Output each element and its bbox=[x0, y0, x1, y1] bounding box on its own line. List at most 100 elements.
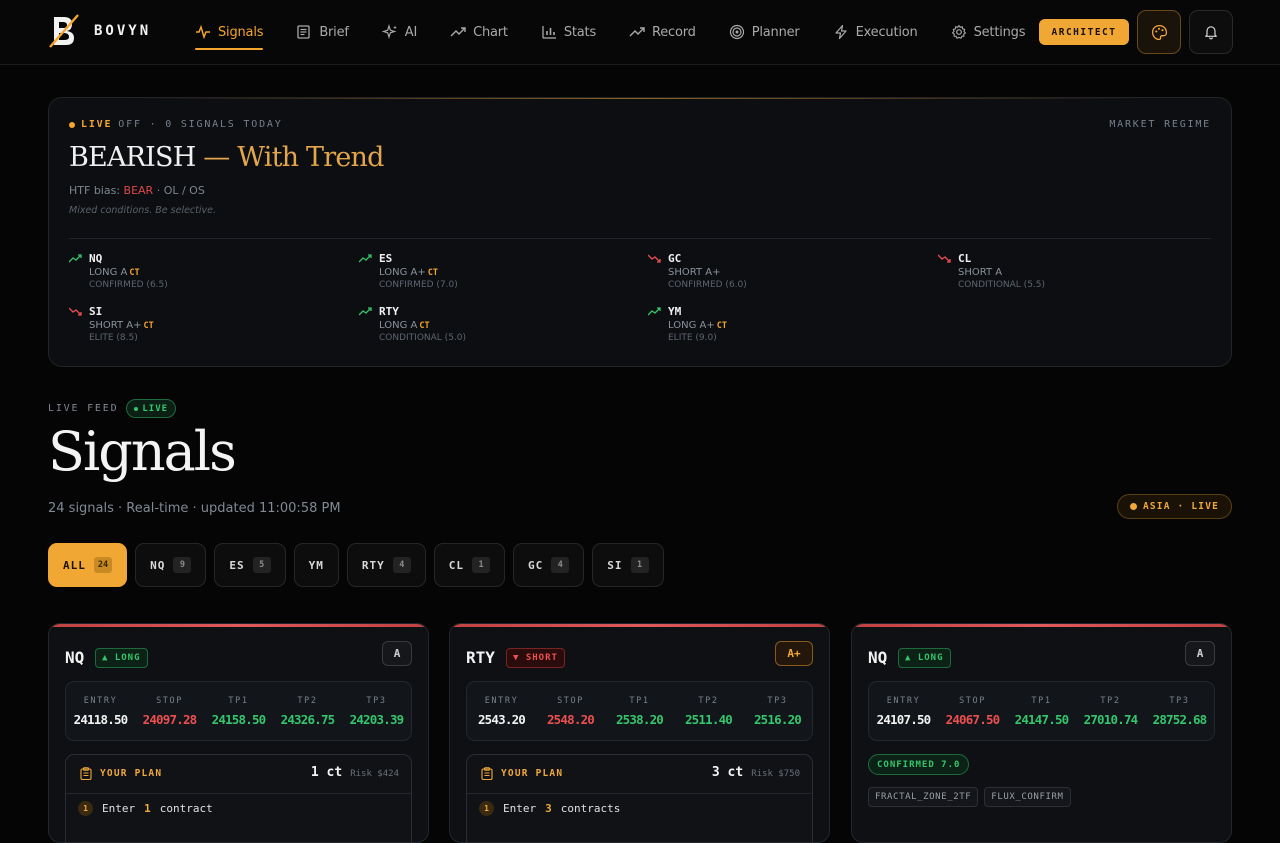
session-badge: ASIA · LIVE bbox=[1117, 494, 1232, 519]
nav-chart[interactable]: Chart bbox=[450, 0, 508, 64]
nav-ai[interactable]: AI bbox=[381, 0, 418, 64]
regime-direction: BEARISH bbox=[69, 142, 196, 173]
level-value: 2516.20 bbox=[753, 712, 802, 727]
instrument-status: CONDITIONAL (5.0) bbox=[379, 333, 467, 343]
grade-badge[interactable]: A bbox=[382, 641, 412, 666]
level-value: 2548.20 bbox=[546, 712, 595, 727]
level-header: TP2 bbox=[1100, 696, 1121, 706]
level-header: ENTRY bbox=[83, 696, 118, 706]
trend-up-icon bbox=[359, 254, 372, 263]
filter-nq[interactable]: NQ 9 bbox=[135, 543, 207, 587]
filter-count: 9 bbox=[173, 557, 192, 573]
level-header: STOP bbox=[959, 696, 986, 706]
level-header: STOP bbox=[156, 696, 183, 706]
nav-signals[interactable]: Signals bbox=[195, 0, 264, 64]
brand-logo[interactable]: BOVYN bbox=[48, 13, 151, 49]
trend-down-icon bbox=[938, 254, 951, 263]
level-tp2: TP2 27010.74 bbox=[1076, 682, 1145, 740]
ct-badge: CT bbox=[143, 321, 154, 331]
page-title: Signals bbox=[48, 420, 237, 483]
level-entry: ENTRY 24118.50 bbox=[66, 682, 135, 740]
regime-title: BEARISH — With Trend bbox=[69, 142, 384, 173]
grade-badge[interactable]: A+ bbox=[775, 641, 813, 666]
signals-subtitle: 24 signals · Real-time · updated 11:00:5… bbox=[48, 501, 341, 516]
architect-badge[interactable]: ARCHITECT bbox=[1039, 19, 1129, 45]
live-badge: LIVE bbox=[126, 399, 177, 418]
newspaper-icon bbox=[297, 25, 310, 39]
direction-text: SHORT A+ bbox=[89, 320, 142, 331]
pulse-icon bbox=[196, 24, 210, 40]
plan-step: 1 Enter 1 contract bbox=[78, 801, 213, 816]
theme-button[interactable] bbox=[1137, 10, 1181, 54]
divider bbox=[69, 238, 1211, 239]
level-tp3: TP3 2516.20 bbox=[743, 682, 812, 740]
nav-execution[interactable]: Execution bbox=[833, 0, 918, 64]
direction-text: LONG A bbox=[379, 320, 418, 331]
signal-card[interactable]: RTY ▼ SHORT A+ ENTRY 2543.20 STOP 2548.20 … bbox=[449, 623, 830, 843]
level-value: 24326.75 bbox=[280, 712, 336, 727]
direction-tag: ▲ LONG bbox=[898, 648, 951, 668]
nav-planner[interactable]: Planner bbox=[729, 0, 800, 64]
bolt-icon bbox=[834, 24, 847, 40]
filter-cl[interactable]: CL 1 bbox=[433, 543, 505, 587]
level-entry: ENTRY 2543.20 bbox=[467, 682, 536, 740]
level-header: STOP bbox=[557, 696, 584, 706]
sparkles-icon bbox=[381, 24, 397, 40]
instrument-status: ELITE (8.5) bbox=[89, 333, 138, 343]
brand-name: BOVYN bbox=[94, 23, 152, 39]
instrument-direction: LONG A+ CT bbox=[668, 320, 727, 331]
filter-rty[interactable]: RTY 4 bbox=[346, 543, 426, 587]
filter-count: 4 bbox=[392, 557, 411, 573]
trend-down-icon bbox=[648, 254, 661, 263]
level-value: 28752.68 bbox=[1152, 712, 1208, 727]
palette-icon bbox=[1151, 24, 1167, 40]
direction-arrow-icon: ▲ bbox=[102, 653, 109, 663]
nav-stats[interactable]: Stats bbox=[541, 0, 596, 64]
grade-badge[interactable]: A bbox=[1185, 641, 1215, 666]
level-header: TP2 bbox=[698, 696, 719, 706]
filter-label: ES bbox=[229, 558, 245, 572]
filter-all[interactable]: ALL 24 bbox=[48, 543, 128, 587]
nav-label: Chart bbox=[473, 24, 508, 40]
live-status: LIVE OFF · 0 SIGNALS TODAY bbox=[69, 119, 283, 130]
regime-note: Mixed conditions. Be selective. bbox=[69, 205, 216, 216]
live-dot-icon bbox=[134, 406, 139, 411]
signal-card[interactable]: NQ ▲ LONG A ENTRY 24107.50 STOP 24067.50 T… bbox=[851, 623, 1232, 843]
filter-label: GC bbox=[528, 558, 544, 572]
filter-ym[interactable]: YM bbox=[293, 543, 339, 587]
signal-tag: FLUX_CONFIRM bbox=[984, 787, 1071, 807]
instrument-direction: LONG A CT bbox=[89, 267, 140, 278]
instrument-direction: SHORT A+ CT bbox=[89, 320, 154, 331]
live-dot-icon bbox=[69, 121, 75, 128]
step-number: 1 bbox=[479, 801, 494, 816]
filter-es[interactable]: ES 5 bbox=[214, 543, 286, 587]
direction-tag: ▼ SHORT bbox=[506, 648, 565, 668]
bar-chart-icon bbox=[542, 26, 556, 39]
level-header: TP1 bbox=[1031, 696, 1052, 706]
level-value: 24147.50 bbox=[1014, 712, 1070, 727]
nav-label: AI bbox=[404, 24, 418, 40]
confirmation-badge: CONFIRMED 7.0 bbox=[868, 754, 970, 775]
clipboard-icon bbox=[481, 767, 493, 780]
nav-settings[interactable]: Settings bbox=[951, 0, 1026, 64]
instrument-symbol: RTY bbox=[379, 305, 399, 318]
symbol-filters: ALL 24 NQ 9 ES 5 YM RTY 4 CL 1 GC 4 SI 1 bbox=[48, 543, 664, 587]
filter-si[interactable]: SI 1 bbox=[592, 543, 664, 587]
instrument-symbol: CL bbox=[958, 252, 972, 265]
nav-brief[interactable]: Brief bbox=[296, 0, 349, 64]
filter-count: 24 bbox=[93, 557, 113, 573]
notifications-button[interactable] bbox=[1189, 10, 1233, 54]
direction-text: LONG A+ bbox=[379, 267, 426, 278]
filter-label: RTY bbox=[361, 558, 385, 572]
level-header: TP3 bbox=[366, 696, 387, 706]
level-stop: STOP 24067.50 bbox=[938, 682, 1007, 740]
plan-step: 1 Enter 3 contracts bbox=[479, 801, 620, 816]
signal-card[interactable]: NQ ▲ LONG A ENTRY 24118.50 STOP 24097.28 T… bbox=[48, 623, 429, 843]
nav-record[interactable]: Record bbox=[629, 0, 696, 64]
filter-label: NQ bbox=[150, 558, 166, 572]
instrument-direction: SHORT A+ bbox=[668, 267, 722, 278]
level-value: 2543.20 bbox=[477, 712, 526, 727]
plan-contracts: 1 ct bbox=[310, 765, 343, 780]
level-value: 24097.28 bbox=[142, 712, 198, 727]
filter-gc[interactable]: GC 4 bbox=[513, 543, 585, 587]
